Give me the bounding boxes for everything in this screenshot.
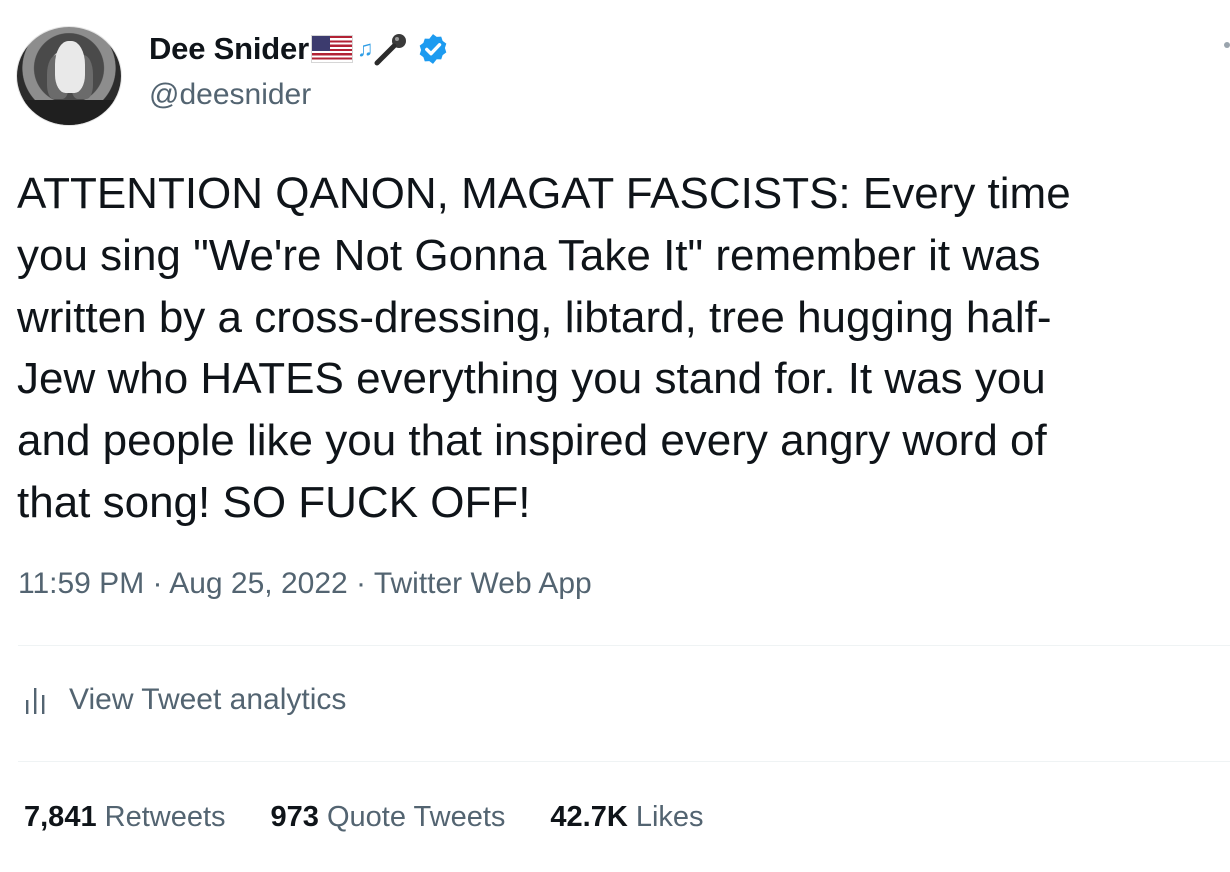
meta-separator: · [347,567,374,600]
tweet-text: ATTENTION QANON, MAGAT FASCISTS: Every t… [17,169,1071,527]
likes-count: 42.7K [550,801,628,833]
quote-tweets-count: 973 [270,801,319,833]
tweet-source[interactable]: Twitter Web App [374,567,592,600]
handle[interactable]: @deesnider [149,78,450,112]
tweet-header: Dee Snider ♫ @deesnider [16,26,450,126]
microphone-icon [374,34,407,66]
tweet-detail: Dee Snider ♫ @deesnider ATTENTION QANON,… [0,0,1230,872]
name-row: Dee Snider ♫ [149,30,450,68]
tweet-time[interactable]: 11:59 PM [18,567,144,600]
divider [18,761,1230,762]
author-names: Dee Snider ♫ @deesnider [149,30,450,112]
meta-separator: · [144,567,170,600]
retweets-stat[interactable]: 7,841 Retweets [24,801,226,834]
tweet-date[interactable]: Aug 25, 2022 [169,567,348,600]
likes-label: Likes [635,801,704,833]
more-options-icon[interactable] [1224,42,1230,48]
avatar[interactable] [16,26,122,126]
retweets-label: Retweets [104,801,226,833]
likes-stat[interactable]: 42.7K Likes [550,801,703,834]
quote-tweets-stat[interactable]: 973 Quote Tweets [271,801,506,834]
verified-badge-icon [420,34,447,64]
divider [18,645,1230,646]
analytics-icon [26,688,45,714]
view-analytics-link[interactable]: View Tweet analytics [23,683,346,717]
retweets-count: 7,841 [24,801,97,833]
tweet-metadata: 11:59 PM · Aug 25, 2022 · Twitter Web Ap… [18,567,592,601]
engagement-stats: 7,841 Retweets 973 Quote Tweets 42.7K Li… [24,801,749,834]
display-name[interactable]: Dee Snider [149,31,309,67]
analytics-label: View Tweet analytics [69,683,347,716]
quote-tweets-label: Quote Tweets [326,801,506,833]
us-flag-icon [310,35,353,63]
